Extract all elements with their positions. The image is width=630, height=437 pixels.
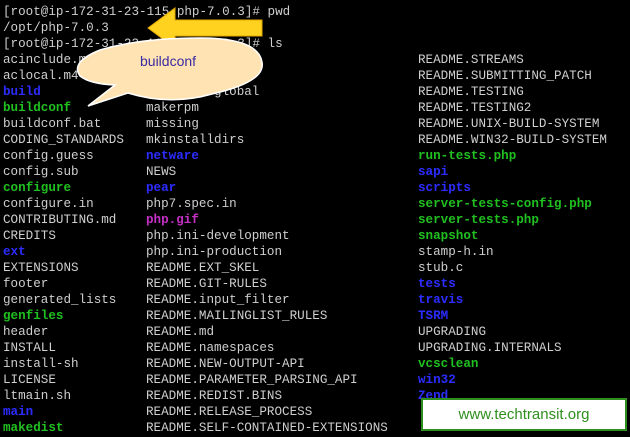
ls-entry: README.STREAMS xyxy=(418,53,524,67)
ls-entry: travis xyxy=(418,293,464,307)
ls-entry: install-sh xyxy=(3,357,79,371)
callout-label: buildconf xyxy=(140,53,197,69)
ls-entry: tests xyxy=(418,277,456,291)
pwd-output: /opt/php-7.0.3 xyxy=(3,21,109,35)
ls-entry: stub.c xyxy=(418,261,464,275)
ls-entry: aclocal.m4 xyxy=(3,69,79,83)
ls-entry: Makefile.gcov xyxy=(146,69,245,83)
ls-entry: README.SUBMITTING_PATCH xyxy=(418,69,592,83)
ls-entry: win32 xyxy=(418,373,456,387)
ls-entry: makedist xyxy=(3,421,64,435)
ls-entry: netware xyxy=(146,149,199,163)
prompt-line-pwd: [root@ip-172-31-23-115 php-7.0.3]# pwd xyxy=(3,5,291,19)
watermark: www.techtransit.org xyxy=(421,398,627,431)
ls-entry: pear xyxy=(146,181,177,195)
ls-entry: README.WIN32-BUILD-SYSTEM xyxy=(418,133,607,147)
ls-entry: README.md xyxy=(146,325,215,339)
ls-entry: ext xyxy=(3,245,26,259)
ls-entry: README.GIT-RULES xyxy=(146,277,267,291)
ls-entry: README.NEW-OUTPUT-API xyxy=(146,357,305,371)
ls-entry: README.RELEASE_PROCESS xyxy=(146,405,313,419)
ls-entry: NEWS xyxy=(146,165,177,179)
ls-entry: generated_lists xyxy=(3,293,117,307)
ls-entry: INSTALL xyxy=(3,341,56,355)
ls-entry: vcsclean xyxy=(418,357,479,371)
ls-entry: UPGRADING xyxy=(418,325,487,339)
ls-entry: TSRM xyxy=(418,309,449,323)
ls-entry: scripts xyxy=(418,181,471,195)
ls-entry: LICENSE xyxy=(3,373,56,387)
ls-entry: buildconf xyxy=(3,101,72,115)
ls-entry: footer xyxy=(3,277,49,291)
ls-entry: README.TESTING xyxy=(418,85,524,99)
ls-entry: README.REDIST.BINS xyxy=(146,389,283,403)
ls-entry: README.MAILINGLIST_RULES xyxy=(146,309,328,323)
ls-entry: php7.spec.in xyxy=(146,197,237,211)
ls-entry: main xyxy=(3,405,34,419)
ls-entry: EXTENSIONS xyxy=(3,261,79,275)
ls-entry: makerpm xyxy=(146,101,199,115)
ls-entry: server-tests.php xyxy=(418,213,539,227)
ls-entry: UPGRADING.INTERNALS xyxy=(418,341,562,355)
ls-entry: missing xyxy=(146,117,199,131)
ls-entry: README.PARAMETER_PARSING_API xyxy=(146,373,358,387)
ls-entry: configure.in xyxy=(3,197,94,211)
ls-entry: server-tests-config.php xyxy=(418,197,592,211)
ls-entry: sapi xyxy=(418,165,449,179)
ls-entry: ltmain.sh xyxy=(3,389,72,403)
ls-column-3: README.STREAMS README.SUBMITTING_PATCH REA… xyxy=(418,52,607,404)
prompt-line-ls: [root@ip-172-31-23-115 php-7.0.3]# ls xyxy=(3,37,283,51)
ls-entry: README.UNIX-BUILD-SYSTEM xyxy=(418,117,600,131)
ls-entry: run-tests.php xyxy=(418,149,517,163)
ls-entry: build xyxy=(3,85,41,99)
ls-output: acinclude.m4 aclocal.m4 build buildconf buil… xyxy=(0,52,630,437)
ls-entry: stamp-h.in xyxy=(418,245,494,259)
ls-entry: configure xyxy=(3,181,72,195)
ls-entry: php.ini-development xyxy=(146,229,290,243)
ls-entry: README.namespaces xyxy=(146,341,275,355)
ls-entry: acinclude.m4 xyxy=(3,53,94,67)
ls-entry: CREDITS xyxy=(3,229,56,243)
ls-entry: header xyxy=(3,325,49,339)
ls-entry: README.input_filter xyxy=(146,293,290,307)
ls-entry: CONTRIBUTING.md xyxy=(3,213,117,227)
ls-entry: buildconf.bat xyxy=(3,117,102,131)
ls-entry: genfiles xyxy=(3,309,64,323)
ls-entry: README.SELF-CONTAINED-EXTENSIONS xyxy=(146,421,388,435)
ls-entry: config.guess xyxy=(3,149,94,163)
ls-entry: php.ini-production xyxy=(146,245,283,259)
terminal-window[interactable]: [root@ip-172-31-23-115 php-7.0.3]# pwd /… xyxy=(0,0,630,437)
ls-column-1: acinclude.m4 aclocal.m4 build buildconf buil… xyxy=(3,52,124,436)
ls-entry: config.sub xyxy=(3,165,79,179)
ls-entry: README.TESTING2 xyxy=(418,101,532,115)
ls-entry: CODING_STANDARDS xyxy=(3,133,124,147)
ls-entry: Makefile.global xyxy=(146,85,260,99)
ls-column-2: Makefile.frag Makefile.gcov Makefile.globa… xyxy=(146,52,388,436)
ls-entry: mkinstalldirs xyxy=(146,133,245,147)
ls-entry: php.gif xyxy=(146,213,199,227)
ls-entry: README.EXT_SKEL xyxy=(146,261,260,275)
ls-entry: snapshot xyxy=(418,229,479,243)
